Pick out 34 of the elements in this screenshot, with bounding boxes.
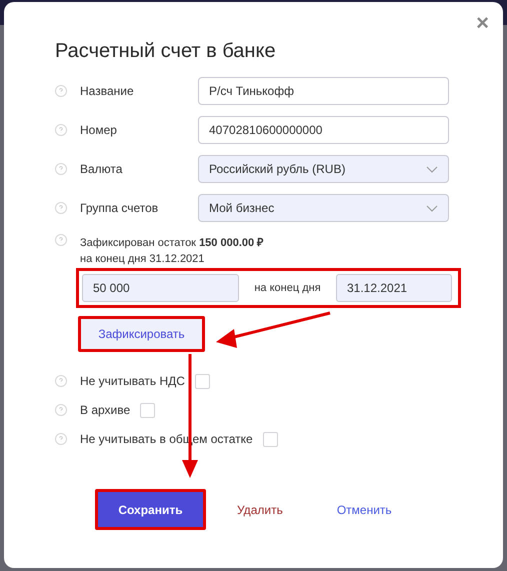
close-button[interactable]: × [476, 12, 489, 34]
fix-button[interactable]: Зафиксировать [78, 316, 205, 352]
dropdown[interactable]: Российский рубль (RUB) [198, 155, 449, 183]
checkbox[interactable] [262, 432, 278, 446]
help-icon[interactable] [55, 234, 67, 246]
checkbox[interactable] [194, 374, 210, 388]
chevron-down-icon [426, 166, 438, 172]
date-field[interactable]: 31.12.2021 [336, 274, 452, 302]
chevron-down-icon [426, 204, 438, 212]
input-field[interactable]: 40702810600000000 [198, 116, 449, 144]
checkbox-label: Не учитывать НДС [80, 374, 185, 388]
help-icon[interactable] [55, 163, 67, 175]
help-icon[interactable] [55, 433, 67, 445]
checkbox-label: В архиве [80, 403, 130, 417]
amount-field[interactable]: 50 000 [82, 274, 239, 302]
fixed-balance-text: Зафиксирован остаток 150 000.00 ₽ [80, 236, 264, 249]
input-field[interactable]: Р/сч Тинькофф [198, 77, 449, 105]
delete-button[interactable]: Удалить [234, 489, 286, 530]
cancel-button[interactable]: Отменить [314, 489, 395, 530]
checkbox[interactable] [140, 402, 156, 418]
help-icon[interactable] [55, 404, 67, 416]
help-icon[interactable] [55, 85, 67, 97]
field-label: Группа счетов [80, 201, 160, 215]
help-icon[interactable] [55, 202, 67, 214]
help-icon[interactable] [55, 124, 67, 136]
dropdown[interactable]: Мой бизнес [198, 194, 449, 222]
help-icon[interactable] [55, 375, 67, 387]
field-label: Валюта [80, 162, 124, 176]
field-label: Номер [80, 123, 118, 137]
field-label: Название [80, 84, 135, 98]
dialog-title: Расчетный счет в банке [55, 40, 277, 63]
end-of-day-label: на конец дня [253, 282, 322, 294]
fixed-balance-date: на конец дня 31.12.2021 [80, 253, 206, 265]
save-button[interactable]: Сохранить [95, 489, 206, 530]
